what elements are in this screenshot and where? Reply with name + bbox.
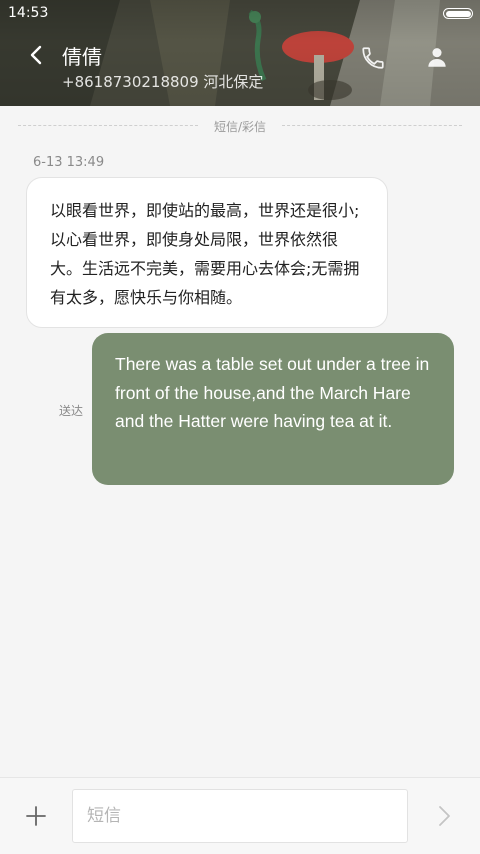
contact-details-button[interactable] bbox=[424, 44, 450, 70]
message-composer bbox=[0, 777, 480, 854]
status-time: 14:53 bbox=[8, 5, 49, 21]
channel-label: 短信/彩信 bbox=[213, 120, 267, 134]
plus-icon bbox=[26, 806, 46, 826]
call-button[interactable] bbox=[360, 45, 386, 71]
person-icon bbox=[428, 48, 446, 67]
channel-divider: 短信/彩信 bbox=[18, 117, 462, 135]
incoming-message-bubble[interactable]: 以眼看世界，即使站的最高，世界还是很小;以心看世界，即使身处局限，世界依然很大。… bbox=[26, 177, 388, 328]
contact-number-location: +8618730218809 河北保定 bbox=[62, 73, 264, 91]
conversation-header: 14:53 倩倩 +8618730218809 河北保定 bbox=[0, 0, 480, 106]
send-button[interactable] bbox=[432, 804, 456, 828]
phone-icon bbox=[362, 47, 384, 69]
divider-line-right bbox=[282, 125, 462, 126]
sms-input[interactable] bbox=[72, 789, 408, 843]
attach-button[interactable] bbox=[24, 804, 48, 828]
outgoing-message-bubble[interactable]: There was a table set out under a tree i… bbox=[92, 333, 454, 485]
battery-icon bbox=[443, 8, 473, 19]
message-timestamp: 6-13 13:49 bbox=[33, 155, 105, 170]
back-button[interactable] bbox=[22, 41, 50, 69]
contact-name: 倩倩 bbox=[62, 45, 102, 69]
chevron-left-icon bbox=[30, 45, 42, 65]
chevron-right-icon bbox=[439, 806, 450, 826]
delivery-status: 送达 bbox=[59, 404, 84, 418]
